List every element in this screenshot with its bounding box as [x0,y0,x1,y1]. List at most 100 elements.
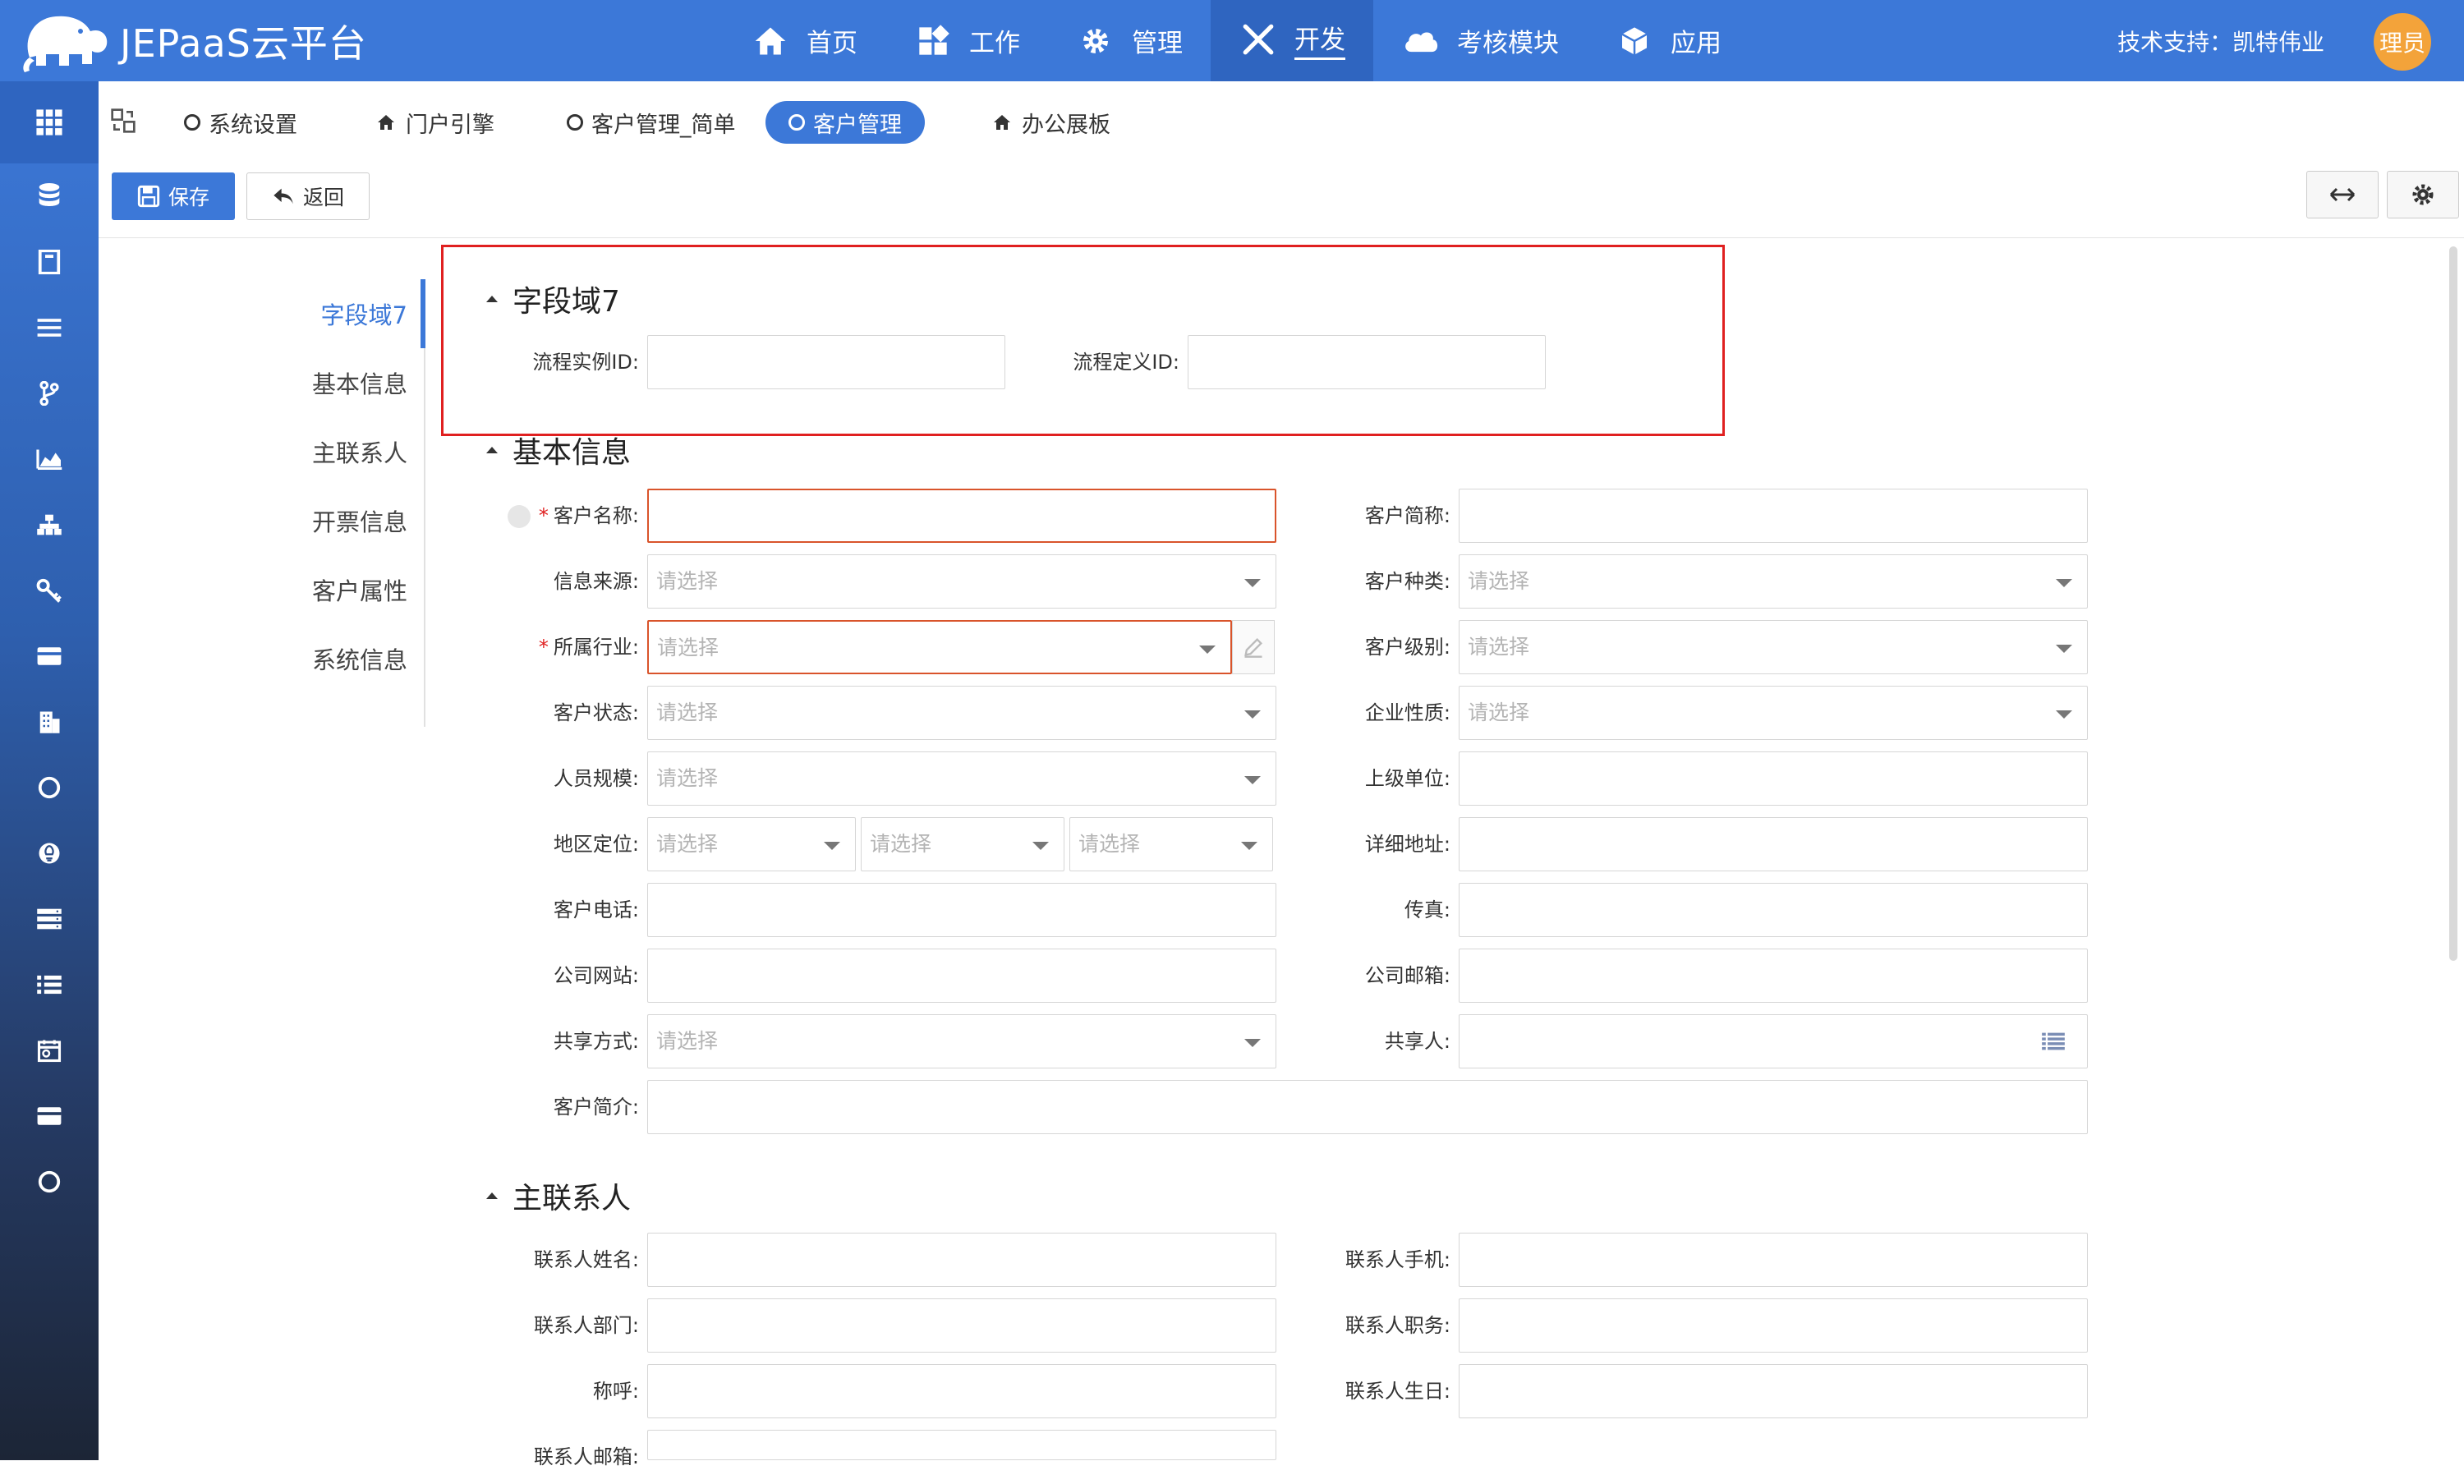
expand-width-button[interactable] [2306,171,2379,218]
dropdown-arrow-icon [2056,710,2072,719]
vertical-scrollbar[interactable] [2449,246,2457,961]
app-logo[interactable]: JEPaaS云平台 [15,7,367,76]
address-input[interactable] [1459,817,2088,871]
area-chart-icon[interactable] [0,426,99,492]
enterprise-nature-select[interactable]: 请选择 [1459,686,2088,740]
server-icon[interactable] [0,886,99,952]
tab-label: 办公展板 [1022,112,1110,138]
home-icon [378,115,394,130]
topnav-label: 管理 [1132,29,1183,58]
database-icon[interactable] [0,163,99,229]
topnav-label: 开发 [1294,19,1345,60]
lightbulb-icon[interactable] [0,820,99,886]
tools-icon [1239,20,1278,59]
user-avatar[interactable]: 理员 [2374,13,2431,71]
back-button[interactable]: 返回 [246,172,370,220]
topnav-dev[interactable]: 开发 [1211,0,1373,81]
section-title-field7[interactable]: 字段域7 [486,278,620,320]
circle-icon[interactable] [0,1149,99,1215]
tab-switch-icon[interactable] [110,108,136,134]
menu-lines-icon[interactable] [0,295,99,361]
region-province-select[interactable]: 请选择 [647,817,856,871]
tab-portal-engine[interactable]: 门户引擎 [353,101,517,144]
dropdown-arrow-icon [1244,579,1261,587]
tab-label: 系统设置 [209,112,297,138]
fax-input[interactable] [1459,883,2088,937]
section-nav-attributes[interactable]: 客户属性 [296,555,424,624]
tab-customer-management[interactable]: 客户管理 [765,101,925,144]
top-bar: JEPaaS云平台 首页 工作 管理 开发 考核模块 应用 技术支持：凯特伟业 … [0,0,2464,81]
org-tree-icon[interactable] [0,492,99,558]
customer-type-select[interactable]: 请选择 [1459,554,2088,609]
region-city-select[interactable]: 请选择 [861,817,1064,871]
help-icon[interactable] [507,505,531,528]
book-icon[interactable] [0,229,99,295]
dropdown-arrow-icon [1032,842,1049,850]
list-icon[interactable] [0,952,99,1018]
parent-unit-input[interactable] [1459,751,2088,806]
email-input[interactable] [1459,949,2088,1003]
tab-system-settings[interactable]: 系统设置 [161,101,320,144]
section-nav-basic[interactable]: 基本信息 [296,348,424,417]
save-button[interactable]: 保存 [112,172,235,220]
share-mode-select[interactable]: 请选择 [647,1014,1276,1068]
key-icon[interactable] [0,558,99,623]
contact-dept-input[interactable] [647,1298,1276,1353]
section-nav-contact[interactable]: 主联系人 [296,417,424,486]
staff-size-select[interactable]: 请选择 [647,751,1276,806]
sharer-input[interactable] [1459,1014,2088,1068]
branch-icon[interactable] [0,361,99,426]
customer-level-select[interactable]: 请选择 [1459,620,2088,674]
calendar-icon[interactable] [0,1018,99,1083]
app-title: JEPaaS云平台 [120,21,367,66]
gear-icon [2412,184,2434,205]
customer-level-label: 客户级别: [1364,636,1450,659]
topnav-work[interactable]: 工作 [885,0,1048,81]
topnav-manage[interactable]: 管理 [1048,0,1211,81]
card-icon[interactable] [0,623,99,689]
settings-button[interactable] [2387,171,2459,218]
tab-customer-simple[interactable]: 客户管理_简单 [544,101,759,144]
top-nav: 首页 工作 管理 开发 考核模块 应用 [723,0,1749,81]
customer-name-input[interactable] [647,489,1276,543]
dropdown-arrow-icon [1241,842,1257,850]
section-nav-system[interactable]: 系统信息 [296,624,424,693]
list-picker-icon[interactable] [2041,1031,2066,1051]
customer-status-select[interactable]: 请选择 [647,686,1276,740]
flow-definition-id-input[interactable] [1188,335,1546,389]
phone-label: 客户电话: [553,898,639,921]
contact-birthday-input[interactable] [1459,1364,2088,1418]
phone-input[interactable] [647,883,1276,937]
dropdown-arrow-icon [1244,710,1261,719]
info-source-select[interactable]: 请选择 [647,554,1276,609]
flow-instance-id-input[interactable] [647,335,1005,389]
staff-size-label: 人员规模: [553,767,639,790]
salutation-input[interactable] [647,1364,1276,1418]
topnav-apps[interactable]: 应用 [1587,0,1749,81]
customer-short-input[interactable] [1459,489,2088,543]
section-nav-field7[interactable]: 字段域7 [296,279,425,348]
industry-select[interactable]: 请选择 [647,620,1232,674]
building-icon[interactable] [0,689,99,755]
section-title-basic[interactable]: 基本信息 [486,429,631,471]
section-title-contact[interactable]: 主联系人 [486,1174,631,1217]
edit-industry-button[interactable] [1232,620,1275,674]
topnav-label: 应用 [1671,29,1722,58]
contact-position-input[interactable] [1459,1298,2088,1353]
topnav-home[interactable]: 首页 [723,0,885,81]
circle-icon[interactable] [0,755,99,820]
topnav-assess[interactable]: 考核模块 [1373,0,1587,81]
intro-input[interactable] [647,1080,2088,1134]
region-district-select[interactable]: 请选择 [1069,817,1273,871]
tab-office-board[interactable]: 办公展板 [969,101,1133,144]
section-title-text: 主联系人 [513,1182,632,1215]
card-icon[interactable] [0,1083,99,1149]
apps-grid-icon[interactable] [0,81,99,163]
fax-label: 传真: [1404,898,1450,921]
contact-email-input[interactable] [647,1430,1276,1460]
website-input[interactable] [647,949,1276,1003]
section-nav-invoice[interactable]: 开票信息 [296,486,424,555]
contact-name-input[interactable] [647,1233,1276,1287]
contact-mobile-input[interactable] [1459,1233,2088,1287]
circle-icon [788,114,805,131]
